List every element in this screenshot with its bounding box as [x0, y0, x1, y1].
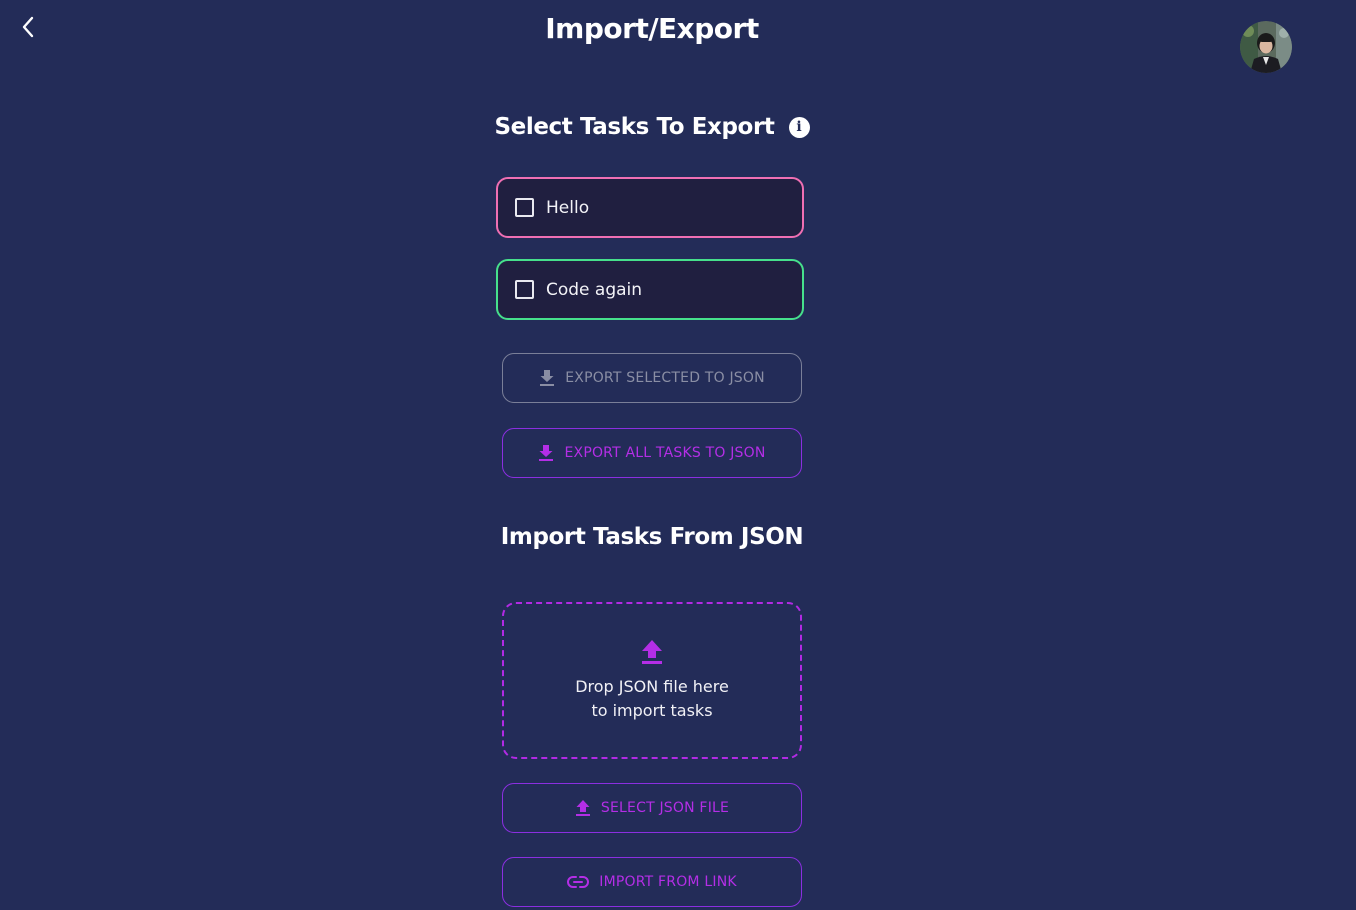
import-section-title: Import Tasks From JSON — [500, 524, 804, 550]
export-all-button[interactable]: EXPORT ALL TASKS TO JSON — [502, 428, 802, 478]
download-icon — [540, 370, 555, 386]
import-from-link-label: IMPORT FROM LINK — [599, 874, 737, 890]
select-json-file-button[interactable]: SELECT JSON FILE — [502, 783, 802, 833]
task-item-hello[interactable]: Hello — [496, 177, 804, 238]
info-icon[interactable]: i — [788, 116, 810, 138]
task-item-code-again[interactable]: Code again — [496, 259, 804, 320]
download-icon — [539, 445, 554, 461]
dropzone-text-line2: to import tasks — [591, 700, 713, 720]
json-dropzone[interactable]: Drop JSON file here to import tasks — [502, 602, 802, 759]
link-icon — [567, 876, 590, 888]
dropzone-text-line1: Drop JSON file here — [575, 676, 729, 696]
task-label: Hello — [546, 197, 590, 218]
select-json-file-label: SELECT JSON FILE — [600, 800, 730, 816]
avatar[interactable] — [1240, 21, 1292, 73]
task-label: Code again — [546, 279, 643, 300]
task-checkbox[interactable] — [515, 280, 534, 299]
export-all-label: EXPORT ALL TASKS TO JSON — [564, 445, 766, 461]
upload-icon — [575, 800, 590, 816]
user-avatar-icon — [1240, 21, 1292, 73]
export-selected-label: EXPORT SELECTED TO JSON — [565, 370, 765, 386]
task-checkbox[interactable] — [515, 198, 534, 217]
export-selected-button[interactable]: EXPORT SELECTED TO JSON — [502, 353, 802, 403]
import-from-link-button[interactable]: IMPORT FROM LINK — [502, 857, 802, 907]
import-export-page: Import/Export Select Tasks To Export i H… — [0, 0, 1356, 910]
page-title: Import/Export — [545, 12, 759, 45]
upload-icon — [642, 639, 662, 664]
export-section-header: Select Tasks To Export i — [0, 114, 1304, 140]
export-section-title: Select Tasks To Export — [494, 114, 775, 140]
